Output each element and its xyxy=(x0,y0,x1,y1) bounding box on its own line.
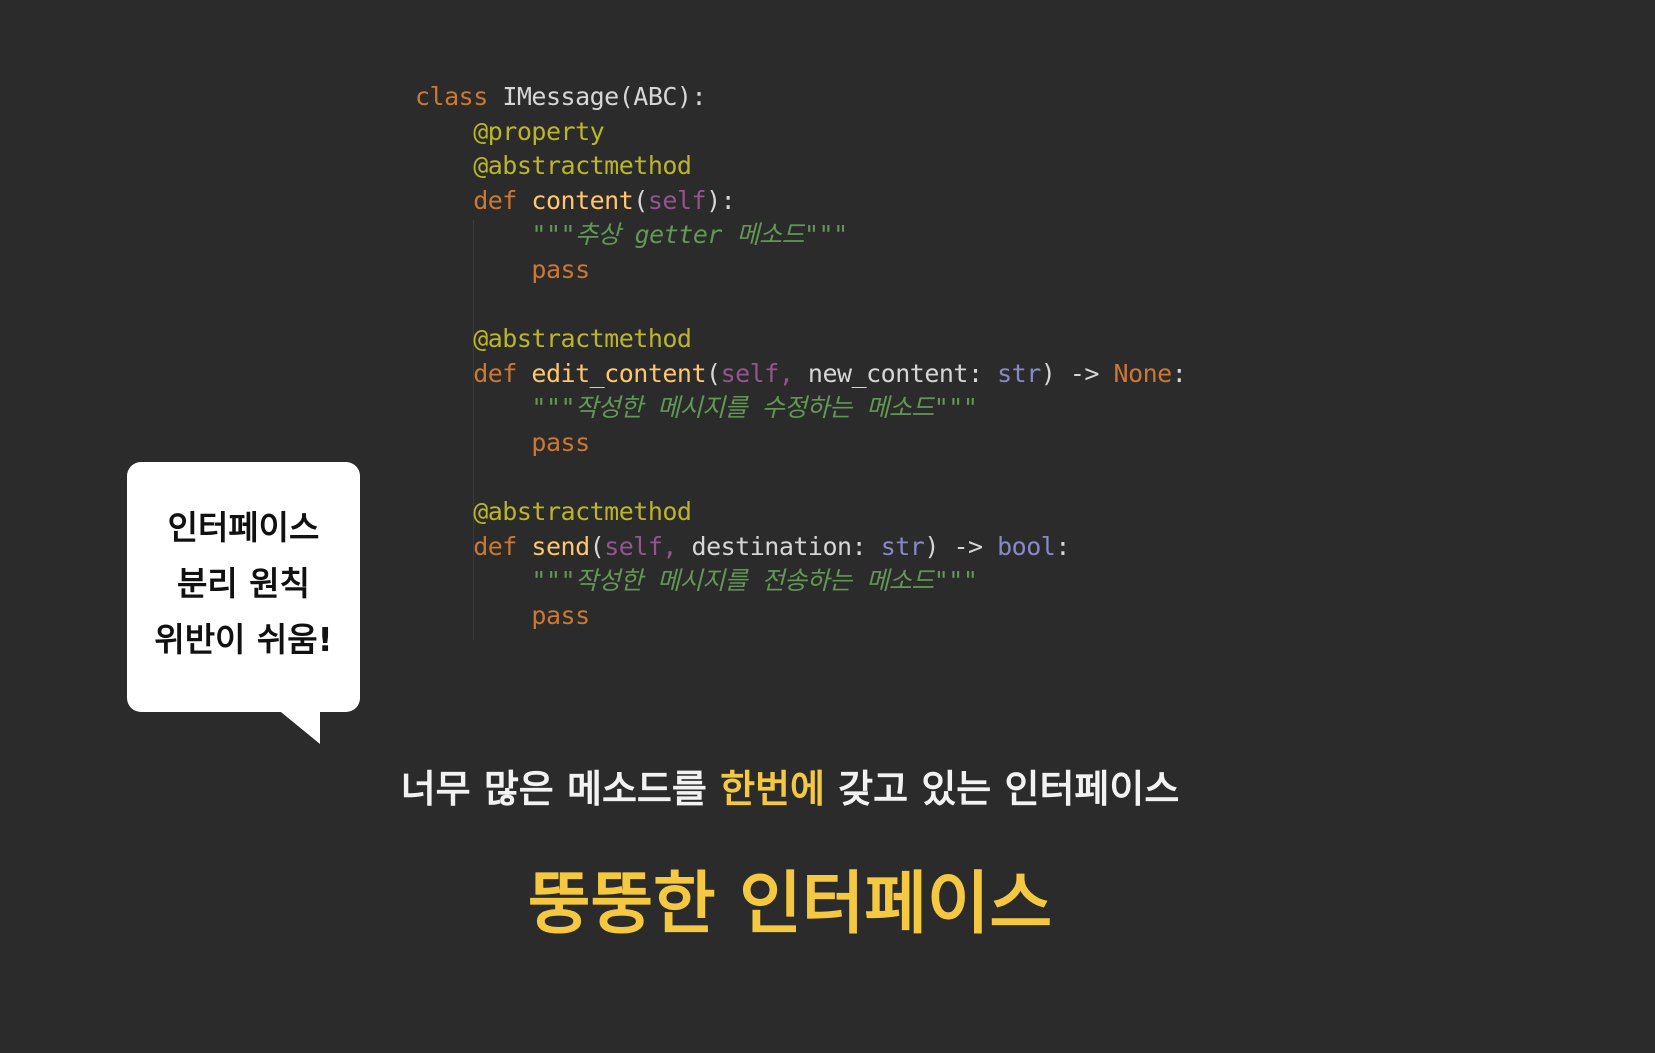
code-token: : xyxy=(1055,531,1070,561)
code-line: def edit_content(self, new_content: str)… xyxy=(415,357,1187,392)
code-line: """작성한 메시지를 수정하는 메소드""" xyxy=(415,391,1186,426)
code-token: def xyxy=(415,185,532,215)
code-token: """작성한 메시지를 전송하는 메소드""" xyxy=(415,566,978,596)
code-token: ( xyxy=(706,358,721,388)
code-line: pass xyxy=(415,599,1186,634)
code-token: @abstractmethod xyxy=(415,151,692,181)
code-token: ( xyxy=(589,531,605,561)
code-line: @property xyxy=(415,115,1186,150)
code-token: def xyxy=(415,531,532,561)
code-token: self, xyxy=(720,358,808,388)
code-token: : xyxy=(1171,358,1187,388)
code-token: bool xyxy=(997,531,1056,561)
code-line: """추상 getter 메소드""" xyxy=(415,218,1186,253)
code-token: ) -> xyxy=(1040,358,1114,388)
code-token: edit_content xyxy=(531,358,707,388)
code-token: class xyxy=(415,82,503,111)
code-token: pass xyxy=(415,427,590,457)
code-token: pass xyxy=(415,600,590,630)
speech-bubble-text: 인터페이스 분리 원칙 위반이 쉬움! xyxy=(127,500,360,668)
code-line: """작성한 메시지를 전송하는 메소드""" xyxy=(415,564,1186,599)
code-line: @abstractmethod xyxy=(415,149,1186,184)
bubble-line-1: 인터페이스 xyxy=(167,508,320,547)
code-token: @property xyxy=(415,116,605,146)
subtitle-highlight: 한번에 xyxy=(720,767,825,811)
code-token: def xyxy=(415,358,532,388)
speech-bubble-tail xyxy=(276,708,320,744)
code-token: None xyxy=(1113,358,1173,388)
subtitle-part1: 너무 많은 메소드를 xyxy=(400,767,721,811)
code-line: pass xyxy=(415,253,1186,288)
speech-bubble: 인터페이스 분리 원칙 위반이 쉬움! xyxy=(127,462,360,712)
subtitle: 너무 많은 메소드를 한번에 갖고 있는 인터페이스 xyxy=(0,758,1580,813)
code-token: ) -> xyxy=(924,531,998,561)
code-line: def send(self, destination: str) -> bool… xyxy=(415,530,1186,565)
code-token: """작성한 메시지를 수정하는 메소드""" xyxy=(415,393,978,423)
headline: 뚱뚱한 인터페이스 xyxy=(527,865,1053,944)
code-token: ): xyxy=(706,185,736,215)
code-token: content xyxy=(531,185,634,215)
slide: class IMessage(ABC): @property @abstract… xyxy=(0,0,1655,1053)
code-token: @abstractmethod xyxy=(415,324,692,354)
code-line: def content(self): xyxy=(415,184,1186,219)
code-line: @abstractmethod xyxy=(415,322,1186,357)
code-token: str xyxy=(880,531,925,561)
code-token: self xyxy=(647,185,707,215)
bubble-line-2: 분리 원칙 xyxy=(177,564,310,603)
code-token: IMessage(ABC): xyxy=(502,82,707,111)
code-token: pass xyxy=(415,254,590,284)
code-token: send xyxy=(531,531,590,561)
code-token: new_content: xyxy=(807,358,998,388)
code-token: @abstractmethod xyxy=(415,497,692,527)
code-line: class IMessage(ABC): xyxy=(415,80,1186,115)
bubble-line-3: 위반이 쉬움! xyxy=(154,620,333,659)
code-token: str xyxy=(997,358,1041,388)
code-token: """추상 getter 메소드""" xyxy=(415,220,848,250)
code-token: self, xyxy=(604,531,692,561)
code-token: ( xyxy=(633,185,648,215)
subtitle-part2: 갖고 있는 인터페이스 xyxy=(824,767,1180,811)
code-line: pass xyxy=(415,426,1186,461)
code-line: @abstractmethod xyxy=(415,495,1186,530)
code-block: class IMessage(ABC): @property @abstract… xyxy=(415,80,1187,634)
code-token: destination: xyxy=(691,531,881,561)
